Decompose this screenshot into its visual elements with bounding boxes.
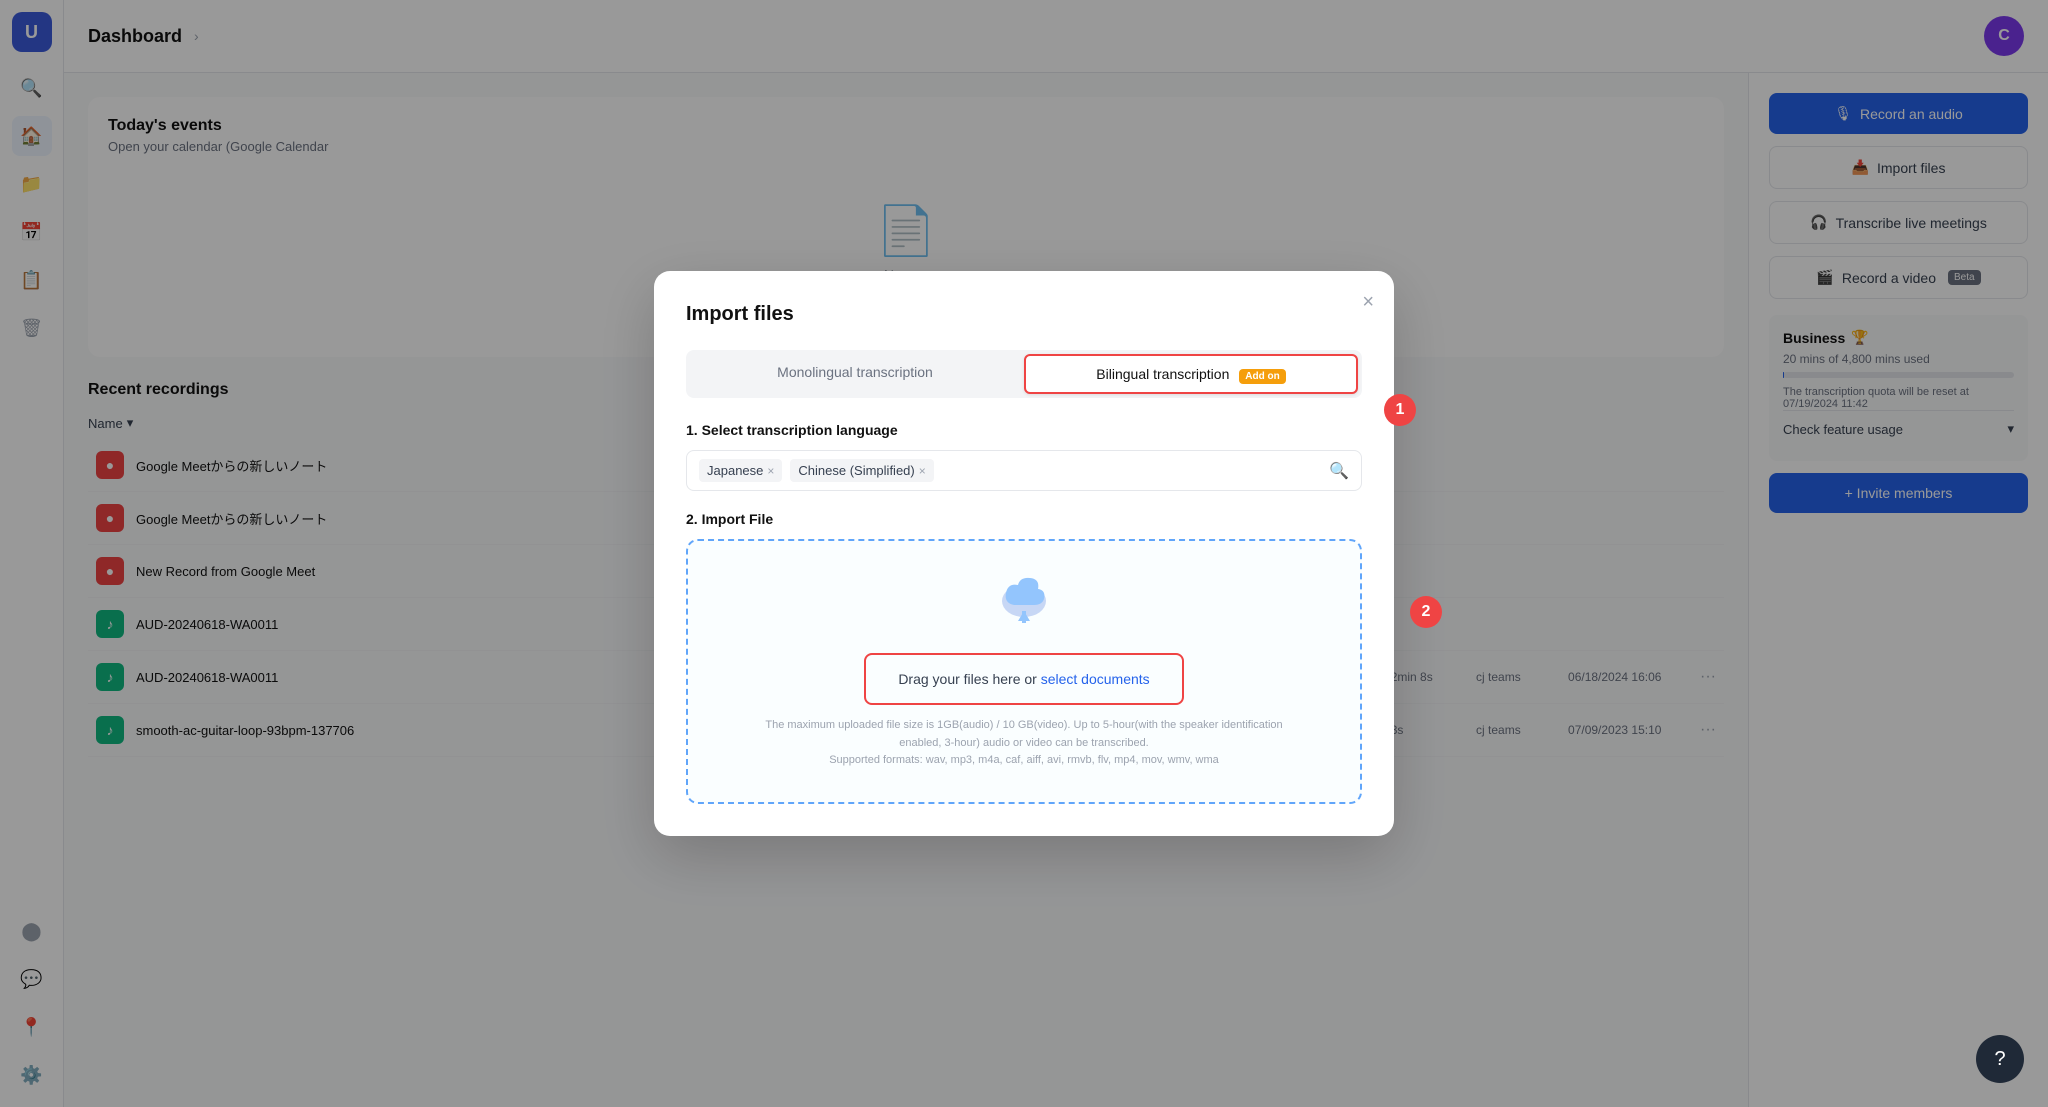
modal-title: Import files <box>686 303 1362 326</box>
select-documents-link[interactable]: select documents <box>1041 671 1150 687</box>
upload-cloud-icon <box>994 573 1054 641</box>
help-button[interactable]: ? <box>1976 1035 2024 1083</box>
tab-bilingual[interactable]: Bilingual transcription Add on <box>1024 354 1358 394</box>
modal-close-button[interactable]: × <box>1362 291 1374 314</box>
language-selector: Japanese × Chinese (Simplified) × 🔍 <box>686 450 1362 491</box>
lang-tag-japanese[interactable]: Japanese × <box>699 459 782 482</box>
lang-label: Chinese (Simplified) <box>798 463 914 478</box>
drop-info: The maximum uploaded file size is 1GB(au… <box>765 717 1282 770</box>
addon-badge: Add on <box>1239 369 1285 384</box>
language-search-icon[interactable]: 🔍 <box>1329 461 1349 481</box>
drop-zone[interactable]: Drag your files here or select documents… <box>686 539 1362 804</box>
step-2-badge: 2 <box>1410 596 1442 628</box>
import-modal: Import files × Monolingual transcription… <box>654 271 1394 836</box>
step-1-badge: 1 <box>1384 394 1416 426</box>
lang-label: Japanese <box>707 463 763 478</box>
remove-language-button[interactable]: × <box>767 464 774 478</box>
modal-overlay[interactable]: Import files × Monolingual transcription… <box>0 0 2048 1107</box>
lang-tag-chinese[interactable]: Chinese (Simplified) × <box>790 459 933 482</box>
tab-monolingual[interactable]: Monolingual transcription <box>690 354 1020 394</box>
drag-target-box[interactable]: Drag your files here or select documents <box>864 653 1183 705</box>
step2-label: 2. Import File <box>686 511 1362 527</box>
modal-tabs: Monolingual transcription Bilingual tran… <box>686 350 1362 398</box>
step1-label: 1. Select transcription language <box>686 422 1362 438</box>
drag-text: Drag your files here or <box>898 671 1037 687</box>
remove-language-button[interactable]: × <box>919 464 926 478</box>
